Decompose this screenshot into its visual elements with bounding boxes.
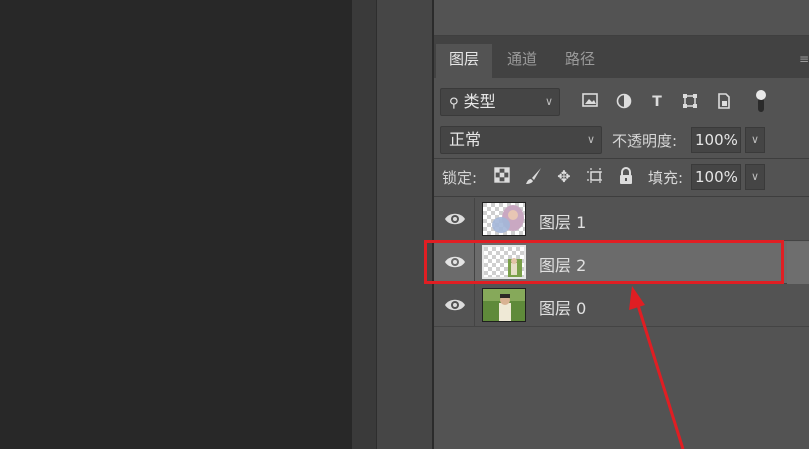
panel-menu-icon[interactable]: ≡ [799,52,809,66]
layer-name[interactable]: 图层 0 [539,295,586,319]
panel-header-area [434,0,809,36]
lock-label: 锁定: [442,169,478,187]
visibility-column-divider [474,284,475,327]
lock-all-padlock-icon[interactable] [616,167,636,187]
pixel-layer-filter-icon[interactable] [581,93,599,111]
opacity-input[interactable]: 100% [691,127,741,153]
layers-scrollbar-thumb[interactable] [787,242,809,284]
layer-filter-select[interactable]: ⚲ 类型 ∨ [440,88,560,116]
lock-artboard-icon[interactable] [585,167,605,187]
eye-visibility-icon[interactable] [444,296,466,314]
toggle-track [758,98,764,112]
divider [434,196,809,197]
selection-highlight-annotation [424,240,784,284]
tab-layers[interactable]: 图层 [436,44,493,78]
layer-name[interactable]: 图层 1 [539,209,586,233]
lock-position-move-icon[interactable]: ✥ [554,167,574,187]
filter-label: 类型 [463,92,496,111]
tab-paths[interactable]: 路径 [552,44,608,78]
layer-row-layer-1[interactable]: 图层 1 [434,198,809,241]
tab-channels[interactable]: 通道 [494,44,550,78]
opacity-dropdown-chevron-icon[interactable]: ∨ [745,127,765,153]
smart-object-filter-icon[interactable] [715,93,733,111]
lock-image-pixels-brush-icon[interactable] [524,167,544,187]
lock-transparent-pixels-icon[interactable] [492,167,512,187]
layer-row-layer-0[interactable]: 图层 0 [434,284,809,327]
fill-dropdown-chevron-icon[interactable]: ∨ [745,164,765,190]
layers-panel: 图层 通道 路径 ≡ ⚲ 类型 ∨ T 正常 ∨ 不透明度: 100% ∨ 锁定… [432,0,809,449]
panel-dock-collapsed-strip[interactable] [352,0,376,449]
document-canvas-area[interactable] [0,0,352,449]
eye-visibility-icon[interactable] [444,210,466,228]
adjustment-layer-filter-icon[interactable] [615,93,633,111]
type-layer-filter-icon[interactable]: T [648,93,666,111]
divider [434,158,809,159]
layer-thumbnail[interactable] [482,288,526,322]
fill-input[interactable]: 100% [691,164,741,190]
chevron-down-icon: ∨ [586,133,595,146]
visibility-column-divider [474,198,475,241]
panel-tabbar: 图层 通道 路径 [434,36,809,78]
blend-mode-value: 正常 [449,130,482,149]
fill-label: 填充: [648,169,684,187]
panel-dock-column [376,0,432,449]
blend-mode-select[interactable]: 正常 ∨ [440,126,602,154]
layer-thumbnail[interactable] [482,202,526,236]
search-icon: ⚲ [449,96,459,111]
opacity-label: 不透明度: [612,132,678,150]
chevron-down-icon: ∨ [544,95,553,108]
filter-toggle-switch[interactable] [756,90,766,114]
toggle-knob [756,90,766,100]
shape-layer-filter-icon[interactable] [681,93,699,111]
